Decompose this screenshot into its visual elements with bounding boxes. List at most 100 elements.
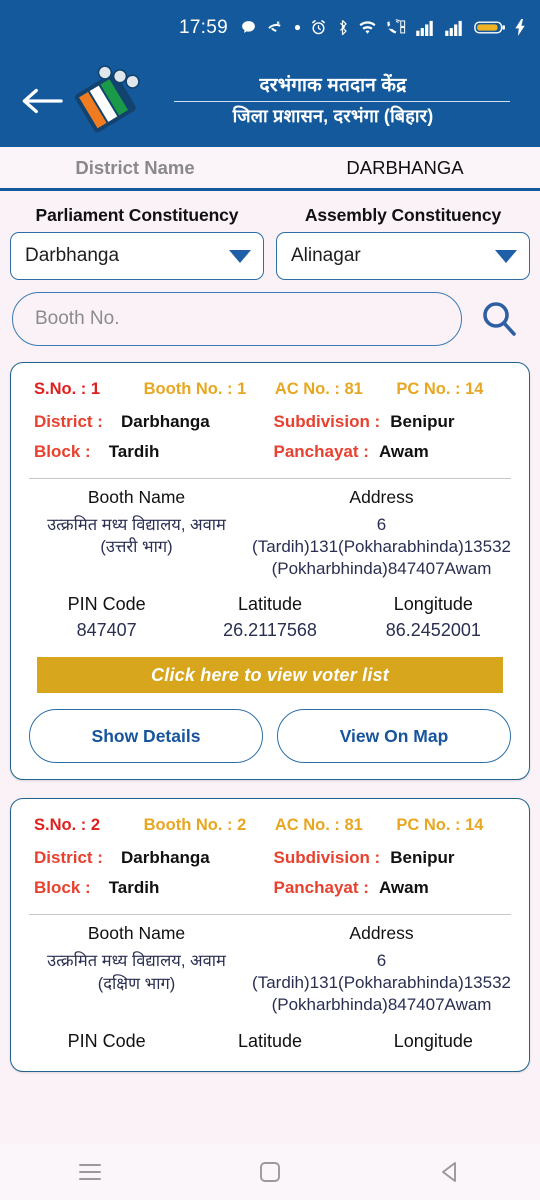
- booth-name-col: Booth Name उत्क्रमित मध्य विद्यालय, अवाम…: [25, 487, 248, 580]
- booth-name-header: Booth Name: [87, 923, 186, 944]
- panchayat-label: Panchayat :: [273, 442, 369, 461]
- longitude-header: Longitude: [393, 594, 473, 615]
- home-button[interactable]: [225, 1150, 315, 1194]
- district-label: District :: [34, 412, 103, 431]
- block-value: Tardih: [108, 442, 160, 461]
- chevron-down-icon: [229, 249, 251, 263]
- volte-icon: [386, 19, 407, 36]
- show-details-button[interactable]: Show Details: [29, 709, 263, 764]
- pin-code-col: PIN Code: [25, 1031, 188, 1057]
- address-header: Address: [349, 487, 414, 507]
- subdivision-pair: Subdivision : Benipur: [274, 412, 514, 432]
- geo-row: PIN Code 847407 Latitude 26.2117568 Long…: [25, 580, 515, 641]
- chevron-down-icon: [495, 249, 517, 263]
- booth-number: Booth No. : 1: [143, 380, 247, 398]
- dot-icon: [294, 24, 301, 31]
- view-voter-list-button[interactable]: Click here to view voter list: [37, 657, 503, 694]
- booth-id-row: S.No. : 1 Booth No. : 1 AC No. : 81 PC N…: [25, 375, 515, 407]
- panchayat-pair: Panchayat : Awam: [274, 442, 514, 462]
- ac-number: AC No. : 81: [274, 816, 363, 835]
- subdivision-label: Subdivision :: [273, 412, 381, 431]
- bluetooth-icon: [336, 19, 349, 36]
- district-subdivision-row: District : Darbhanga Subdivision : Benip…: [25, 843, 515, 873]
- status-bar: 17:59: [0, 0, 540, 55]
- block-panchayat-row: Block : Tardih Panchayat : Awam: [25, 873, 515, 903]
- subdivision-value: Benipur: [390, 848, 455, 868]
- panchayat-pair: Panchayat : Awam: [274, 878, 514, 898]
- block-label: Block :: [34, 442, 91, 461]
- battery-icon: [474, 19, 506, 36]
- ac-number: AC No. : 81: [274, 380, 363, 398]
- signal-bars-2-icon: [445, 20, 465, 36]
- page-subtitle: जिला प्रशासन, दरभंगा (बिहार): [232, 106, 434, 127]
- booth-card[interactable]: S.No. : 2 Booth No. : 2 AC No. : 81 PC N…: [10, 798, 530, 1072]
- serial-number: S.No. : 1: [34, 380, 101, 398]
- app-header: दरभंगाक मतदान केंद्र जिला प्रशासन, दरभंग…: [0, 55, 540, 147]
- status-bar-clock: 17:59: [178, 16, 228, 38]
- android-nav-bar: [0, 1144, 540, 1200]
- district-row: District Name DARBHANGA: [0, 147, 540, 191]
- block-value: Tardih: [108, 878, 160, 898]
- back-nav-button[interactable]: [405, 1150, 495, 1194]
- block-pair: Block : Tardih: [27, 442, 274, 462]
- view-on-map-button[interactable]: View On Map: [277, 709, 511, 764]
- parliament-constituency-label: Parliament Constituency: [35, 205, 239, 225]
- page-title: दरभंगाक मतदान केंद्र: [259, 75, 407, 97]
- booth-name-col: Booth Name उत्क्रमित मध्य विद्यालय, अवाम…: [25, 923, 248, 1016]
- address-col: Address 6 (Tardih)131(Pokharabhinda)1353…: [248, 487, 515, 580]
- charging-bolt-icon: [515, 19, 526, 36]
- booth-name-address-row: Booth Name उत्क्रमित मध्य विद्यालय, अवाम…: [25, 923, 515, 1016]
- back-icon: [442, 1162, 456, 1182]
- back-button[interactable]: [14, 85, 70, 117]
- district-name-label: District Name: [75, 156, 195, 178]
- booth-card[interactable]: S.No. : 1 Booth No. : 1 AC No. : 81 PC N…: [10, 362, 530, 781]
- parliament-constituency-select[interactable]: Darbhanga: [10, 232, 264, 280]
- address-header: Address: [349, 923, 414, 944]
- subdivision-pair: Subdivision : Benipur: [274, 848, 514, 868]
- serial-number: S.No. : 2: [34, 816, 101, 835]
- district-label: District :: [34, 848, 103, 868]
- latitude-header: Latitude: [237, 1030, 303, 1051]
- latitude-header: Latitude: [237, 594, 303, 615]
- assembly-constituency-select[interactable]: Alinagar: [276, 232, 530, 280]
- parliament-constituency-field: Parliament Constituency Darbhanga: [10, 199, 264, 280]
- main-scroll-area[interactable]: Parliament Constituency Darbhanga Assemb…: [0, 191, 540, 1144]
- election-commission-logo: [70, 65, 146, 137]
- alarm-clock-icon: [310, 19, 327, 36]
- card-divider: [29, 914, 511, 916]
- booth-name-address-row: Booth Name उत्क्रमित मध्य विद्यालय, अवाम…: [25, 487, 515, 580]
- booth-id-row: S.No. : 2 Booth No. : 2 AC No. : 81 PC N…: [25, 811, 515, 843]
- district-pair: District : Darbhanga: [27, 412, 274, 432]
- longitude-value: 86.2452001: [385, 620, 481, 641]
- signal-bars-1-icon: [416, 20, 436, 36]
- missed-call-icon: [266, 19, 285, 36]
- block-panchayat-row: Block : Tardih Panchayat : Awam: [25, 437, 515, 467]
- recents-button[interactable]: [45, 1150, 135, 1194]
- booth-name-header: Booth Name: [87, 487, 186, 507]
- pc-number: PC No. : 14: [396, 380, 484, 398]
- arrow-left-icon: [22, 88, 63, 114]
- card-divider: [29, 478, 511, 479]
- booth-name-value: उत्क्रमित मध्य विद्यालय, अवाम (दक्षिण भा…: [47, 952, 226, 993]
- district-pair: District : Darbhanga: [27, 848, 274, 868]
- subdivision-label: Subdivision :: [273, 848, 381, 868]
- booth-number: Booth No. : 2: [143, 816, 247, 835]
- home-icon: [260, 1162, 280, 1182]
- card-actions: Show Details View On Map: [29, 709, 511, 764]
- district-value: Darbhanga: [120, 412, 210, 431]
- address-value: 6 (Tardih)131(Pokharabhinda)13532 (Pokha…: [252, 515, 511, 579]
- booth-search-row: Booth No.: [10, 280, 530, 346]
- geo-row: PIN Code Latitude Longitude: [25, 1017, 515, 1057]
- latitude-value: 26.2117568: [223, 620, 317, 641]
- search-button[interactable]: [470, 297, 528, 341]
- pc-number: PC No. : 14: [396, 816, 484, 835]
- booth-search-input[interactable]: Booth No.: [12, 292, 462, 346]
- recents-icon: [79, 1164, 101, 1180]
- longitude-col: Longitude: [352, 1031, 515, 1057]
- block-pair: Block : Tardih: [27, 878, 274, 898]
- pin-code-value: 847407: [76, 620, 137, 641]
- subdivision-value: Benipur: [390, 412, 455, 431]
- booth-list: S.No. : 1 Booth No. : 1 AC No. : 81 PC N…: [0, 346, 540, 1072]
- pin-code-col: PIN Code 847407: [25, 594, 188, 641]
- wifi-icon: [358, 20, 377, 36]
